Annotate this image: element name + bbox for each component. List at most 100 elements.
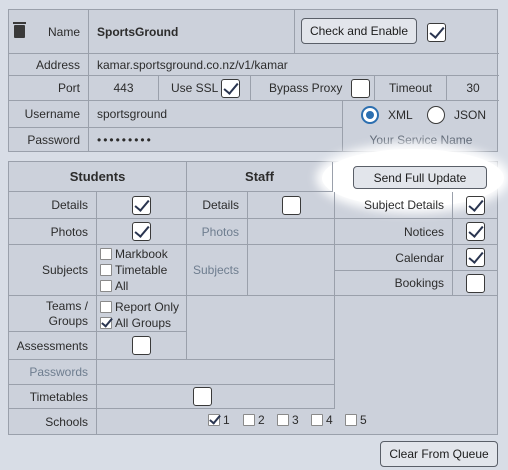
- subjects-timetable-option[interactable]: Timetable: [100, 263, 167, 277]
- bin-icon: [12, 22, 26, 38]
- markbook-checkbox[interactable]: [100, 248, 112, 260]
- school-5-checkbox[interactable]: [345, 414, 357, 426]
- staff-empty-block: [187, 296, 335, 360]
- student-details-checkbox[interactable]: [132, 195, 151, 215]
- username-value[interactable]: sportsground: [89, 101, 343, 128]
- timetables-cell: [97, 385, 335, 409]
- notices-checkbox[interactable]: [465, 222, 485, 241]
- subject-details-label: Subject Details: [335, 192, 453, 219]
- school-2-checkbox[interactable]: [243, 414, 255, 426]
- school-1-option[interactable]: 1: [208, 413, 230, 427]
- calendar-label: Calendar: [335, 245, 453, 271]
- xml-option[interactable]: XML: [361, 106, 413, 124]
- assessments-checkbox[interactable]: [132, 336, 151, 355]
- bookings-cell: [453, 271, 497, 296]
- school-3-option[interactable]: 3: [277, 413, 299, 427]
- xml-label: XML: [388, 108, 413, 122]
- staff-subjects-cell: [248, 245, 335, 296]
- staff-photos-cell: [248, 219, 335, 245]
- timetables-checkbox[interactable]: [193, 387, 212, 406]
- school-5-option[interactable]: 5: [345, 413, 367, 427]
- student-photos-label: Photos: [9, 219, 97, 245]
- notices-label: Notices: [335, 219, 453, 245]
- school-2-option[interactable]: 2: [243, 413, 265, 427]
- report-only-option[interactable]: Report Only: [100, 300, 179, 314]
- staff-subjects-label: Subjects: [187, 245, 248, 296]
- assessments-label: Assessments: [9, 332, 97, 360]
- all-label: All: [115, 279, 129, 293]
- teams-label-line2: Groups: [48, 313, 88, 328]
- all-groups-option[interactable]: All Groups: [100, 316, 171, 330]
- report-only-label: Report Only: [115, 300, 180, 314]
- staff-details-label: Details: [187, 192, 248, 219]
- all-groups-checkbox[interactable]: [100, 317, 112, 329]
- json-option[interactable]: JSON: [427, 106, 486, 124]
- student-details-cell: [97, 192, 187, 219]
- school-4-checkbox[interactable]: [311, 414, 323, 426]
- ssl-cell: Use SSL: [159, 76, 251, 101]
- username-label: Username: [9, 101, 89, 128]
- student-photos-cell: [97, 219, 187, 245]
- teams-label-line1: Teams /: [45, 298, 88, 313]
- markbook-label: Markbook: [115, 247, 168, 261]
- json-radio[interactable]: [427, 106, 445, 124]
- student-photos-checkbox[interactable]: [132, 222, 151, 241]
- passwords-label: Passwords: [9, 360, 97, 385]
- ssl-checkbox[interactable]: [221, 78, 240, 98]
- school-4-label: 4: [326, 413, 333, 427]
- staff-header: Staff: [187, 162, 333, 192]
- timetable-checkbox[interactable]: [100, 264, 112, 276]
- schools-label: Schools: [9, 409, 97, 434]
- student-details-label: Details: [9, 192, 97, 219]
- calendar-cell: [453, 245, 497, 271]
- school-2-label: 2: [258, 413, 265, 427]
- school-1-label: 1: [223, 413, 230, 427]
- notices-cell: [453, 219, 497, 245]
- students-header: Students: [9, 162, 187, 192]
- subjects-all-option[interactable]: All: [100, 279, 128, 293]
- calendar-checkbox[interactable]: [465, 248, 485, 267]
- port-label: Port: [9, 76, 89, 101]
- student-subjects-label: Subjects: [9, 245, 97, 296]
- all-groups-label: All Groups: [115, 316, 172, 330]
- report-only-checkbox[interactable]: [100, 301, 112, 313]
- school-1-checkbox[interactable]: [208, 414, 220, 426]
- staff-photos-label: Photos: [187, 219, 248, 245]
- timeout-value[interactable]: 30: [447, 76, 499, 101]
- timetable-label: Timetable: [115, 263, 168, 277]
- address-value[interactable]: kamar.sportsground.co.nz/v1/kamar: [89, 54, 499, 76]
- passwords-cell: [97, 360, 335, 385]
- bookings-checkbox[interactable]: [465, 273, 485, 293]
- service-name[interactable]: Your Service Name: [343, 128, 499, 151]
- connection-panel: Name SportsGround Check and Enable Addre…: [8, 9, 499, 152]
- all-checkbox[interactable]: [100, 280, 112, 292]
- school-5-label: 5: [360, 413, 367, 427]
- ssl-label: Use SSL: [171, 81, 219, 95]
- clear-from-queue-button[interactable]: Clear From Queue: [380, 441, 498, 467]
- subjects-markbook-option[interactable]: Markbook: [100, 247, 168, 261]
- subject-details-checkbox[interactable]: [465, 195, 485, 215]
- send-header-cell: [335, 162, 497, 192]
- name-label: Name: [29, 10, 89, 54]
- address-label: Address: [9, 54, 89, 76]
- staff-details-checkbox[interactable]: [281, 195, 301, 215]
- staff-details-cell: [248, 192, 335, 219]
- school-3-checkbox[interactable]: [277, 414, 289, 426]
- school-4-option[interactable]: 4: [311, 413, 333, 427]
- subject-details-cell: [453, 192, 497, 219]
- proxy-cell: Bypass Proxy: [251, 76, 375, 101]
- name-row-icon-cell: [9, 10, 29, 54]
- name-value[interactable]: SportsGround: [89, 10, 295, 54]
- proxy-label: Bypass Proxy: [269, 81, 343, 95]
- port-value[interactable]: 443: [89, 76, 159, 101]
- bookings-label: Bookings: [335, 271, 453, 296]
- assessments-cell: [97, 332, 187, 360]
- teams-groups-label: Teams / Groups: [9, 296, 97, 332]
- timetables-label: Timetables: [9, 385, 97, 409]
- password-value[interactable]: •••••••••: [89, 128, 343, 151]
- bypass-proxy-checkbox[interactable]: [351, 78, 370, 98]
- xml-radio[interactable]: [361, 106, 379, 124]
- enable-checkbox[interactable]: [427, 23, 446, 42]
- timeout-label: Timeout: [375, 76, 447, 101]
- check-and-enable-button[interactable]: Check and Enable: [301, 18, 417, 44]
